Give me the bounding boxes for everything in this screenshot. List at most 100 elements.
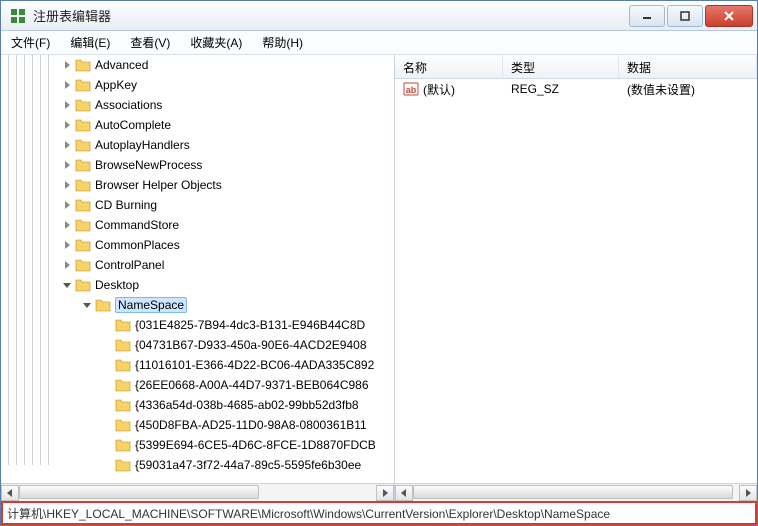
menu-edit[interactable]: 编辑(E) (66, 32, 114, 53)
tree-row[interactable]: {11016101-E366-4D22-BC06-4ADA335C892 (1, 355, 394, 375)
scroll-left-button[interactable] (1, 485, 19, 501)
chevron-right-icon[interactable] (61, 119, 73, 131)
string-value-icon: ab (403, 81, 419, 97)
chevron-right-icon[interactable] (61, 139, 73, 151)
tree-row[interactable]: CD Burning (1, 195, 394, 215)
tree-hscrollbar[interactable] (1, 483, 394, 501)
menu-view[interactable]: 查看(V) (126, 32, 174, 53)
chevron-right-icon[interactable] (61, 79, 73, 91)
chevron-right-icon[interactable] (61, 239, 73, 251)
tree-row[interactable]: {031E4825-7B94-4dc3-B131-E946B44C8D (1, 315, 394, 335)
folder-icon (75, 278, 91, 292)
scroll-right-button[interactable] (376, 485, 394, 501)
tree-node-label: {11016101-E366-4D22-BC06-4ADA335C892 (135, 358, 374, 372)
tree-row[interactable]: {04731B67-D933-450a-90E6-4ACD2E9408 (1, 335, 394, 355)
scroll-track[interactable] (413, 485, 739, 501)
list-hscrollbar[interactable] (395, 483, 757, 501)
tree-row[interactable]: {450D8FBA-AD25-11D0-98A8-0800361B11 (1, 415, 394, 435)
tree-row[interactable]: Advanced (1, 55, 394, 75)
chevron-right-icon[interactable] (61, 99, 73, 111)
column-data[interactable]: 数据 (619, 55, 757, 78)
tree-node-label: Desktop (95, 278, 139, 292)
folder-icon (115, 438, 131, 452)
tree-row[interactable]: AutoComplete (1, 115, 394, 135)
scroll-thumb[interactable] (413, 485, 733, 499)
folder-icon (115, 338, 131, 352)
tree-row[interactable]: AutoplayHandlers (1, 135, 394, 155)
tree-guide-line (8, 55, 9, 465)
chevron-right-icon[interactable] (61, 259, 73, 271)
tree-row[interactable]: {4336a54d-038b-4685-ab02-99bb52d3fb8 (1, 395, 394, 415)
scroll-left-button[interactable] (395, 485, 413, 501)
twisty-none (101, 379, 113, 391)
tree-pane: Advanced AppKey Associations AutoComplete Au… (1, 55, 395, 501)
tree-row[interactable]: ControlPanel (1, 255, 394, 275)
close-button[interactable] (705, 5, 753, 27)
folder-icon (115, 318, 131, 332)
tree-node-label: Browser Helper Objects (95, 178, 222, 192)
tree-row[interactable]: {5399E694-6CE5-4D6C-8FCE-1D8870FDCB (1, 435, 394, 455)
list-row[interactable]: ab(默认)REG_SZ(数值未设置) (395, 79, 757, 99)
tree-row[interactable]: BrowseNewProcess (1, 155, 394, 175)
chevron-right-icon[interactable] (61, 199, 73, 211)
list-body[interactable]: ab(默认)REG_SZ(数值未设置) (395, 79, 757, 483)
tree-row[interactable]: CommandStore (1, 215, 394, 235)
column-name[interactable]: 名称 (395, 55, 503, 78)
tree-node-label: Associations (95, 98, 162, 112)
folder-icon (75, 58, 91, 72)
titlebar[interactable]: 注册表编辑器 (1, 1, 757, 31)
tree-row[interactable]: Desktop (1, 275, 394, 295)
menu-help[interactable]: 帮助(H) (258, 32, 307, 53)
tree-row[interactable]: CommonPlaces (1, 235, 394, 255)
folder-icon (75, 198, 91, 212)
folder-icon (115, 398, 131, 412)
maximize-button[interactable] (667, 5, 703, 27)
tree-row[interactable]: Associations (1, 95, 394, 115)
folder-icon (75, 218, 91, 232)
menu-file[interactable]: 文件(F) (7, 32, 54, 53)
tree-node-label: BrowseNewProcess (95, 158, 202, 172)
tree-node-label: CD Burning (95, 198, 157, 212)
statusbar: 计算机\HKEY_LOCAL_MACHINE\SOFTWARE\Microsof… (1, 501, 757, 525)
tree-node-label: {59031a47-3f72-44a7-89c5-5595fe6b30ee (135, 458, 361, 472)
column-type[interactable]: 类型 (503, 55, 619, 78)
folder-icon (115, 358, 131, 372)
window-title: 注册表编辑器 (33, 6, 629, 25)
folder-icon (75, 178, 91, 192)
folder-icon (75, 158, 91, 172)
folder-icon (75, 238, 91, 252)
chevron-right-icon[interactable] (61, 219, 73, 231)
menubar: 文件(F) 编辑(E) 查看(V) 收藏夹(A) 帮助(H) (1, 31, 757, 55)
tree-row[interactable]: NameSpace (1, 295, 394, 315)
value-name-cell: ab(默认) (395, 80, 503, 99)
tree-guide-line (16, 55, 17, 465)
tree-row[interactable]: AppKey (1, 75, 394, 95)
tree-row[interactable]: {26EE0668-A00A-44D7-9371-BEB064C986 (1, 375, 394, 395)
scroll-right-button[interactable] (739, 485, 757, 501)
tree-scroll-area[interactable]: Advanced AppKey Associations AutoComplete Au… (1, 55, 394, 483)
scroll-track[interactable] (19, 485, 376, 501)
registry-editor-window: 注册表编辑器 文件(F) 编辑(E) 查看(V) 收藏夹(A) 帮助(H) Ad… (0, 0, 758, 526)
tree-row[interactable]: {59031a47-3f72-44a7-89c5-5595fe6b30ee (1, 455, 394, 475)
chevron-right-icon[interactable] (61, 59, 73, 71)
tree-row[interactable]: Browser Helper Objects (1, 175, 394, 195)
chevron-right-icon[interactable] (61, 179, 73, 191)
twisty-none (101, 399, 113, 411)
minimize-button[interactable] (629, 5, 665, 27)
tree-node-label: Advanced (95, 58, 148, 72)
twisty-none (101, 339, 113, 351)
chevron-down-icon[interactable] (61, 279, 73, 291)
scroll-thumb[interactable] (19, 485, 259, 499)
tree-guide-line (32, 55, 33, 465)
folder-icon (75, 138, 91, 152)
tree-guide-line (48, 55, 49, 465)
tree-node-label: ControlPanel (95, 258, 164, 272)
tree-node-label: AutoComplete (95, 118, 171, 132)
chevron-right-icon[interactable] (61, 159, 73, 171)
menu-favorites[interactable]: 收藏夹(A) (186, 32, 246, 53)
window-buttons (629, 5, 753, 27)
folder-icon (115, 378, 131, 392)
value-data-cell: (数值未设置) (619, 80, 757, 99)
folder-icon (95, 298, 111, 312)
chevron-down-icon[interactable] (81, 299, 93, 311)
